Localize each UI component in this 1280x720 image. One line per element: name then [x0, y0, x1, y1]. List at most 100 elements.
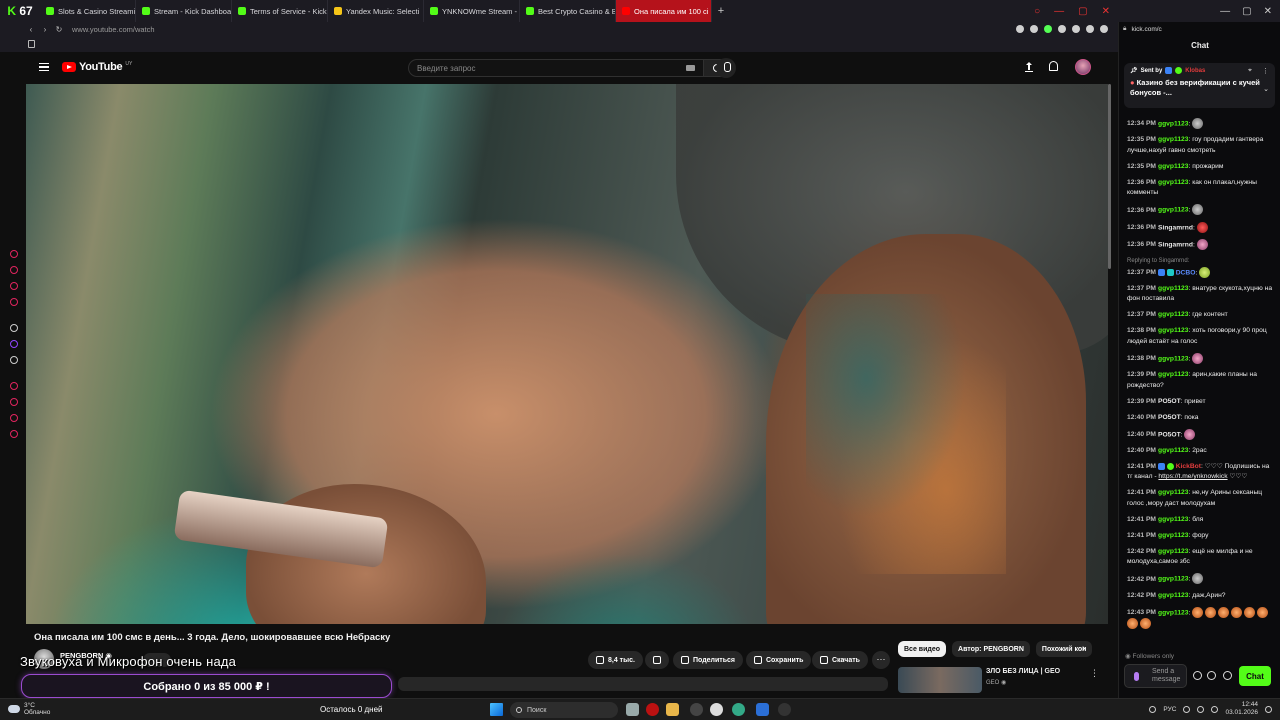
x-icon[interactable]	[10, 356, 18, 364]
app-icon[interactable]	[732, 703, 745, 716]
emote-icon[interactable]	[1217, 606, 1229, 618]
filter-chip[interactable]: Автор: PENGBORN	[952, 641, 1030, 657]
extension-icon[interactable]	[1016, 25, 1024, 33]
emote-icon[interactable]	[1192, 606, 1204, 618]
back-icon[interactable]: ‹	[24, 25, 38, 34]
message-username[interactable]: ggvp1123	[1158, 548, 1188, 555]
minimize-icon[interactable]: —	[1220, 6, 1230, 17]
unpin-icon[interactable]: ⌖	[1248, 67, 1252, 75]
yandex-icon[interactable]	[710, 703, 723, 716]
recommended-title[interactable]: ЗЛО БЕЗ ЛИЦА | GEO	[986, 668, 1060, 675]
keyboard-icon[interactable]	[686, 65, 695, 71]
download-button[interactable]: Скачать	[812, 651, 868, 669]
message-username[interactable]: ggvp1123	[1158, 311, 1188, 318]
message-username[interactable]: ggvp1123	[1158, 532, 1188, 539]
emote-icon[interactable]	[1192, 352, 1204, 364]
emote-icon[interactable]	[1192, 573, 1204, 585]
language-indicator[interactable]: РУС	[1163, 706, 1176, 713]
chat-message[interactable]: 12:36 PM ggvp1123: как он плакал,нужны ко…	[1127, 178, 1275, 199]
chat-message[interactable]: 12:39 PM PO5OT: привет	[1127, 397, 1275, 408]
message-username[interactable]: PO5OT	[1158, 414, 1181, 421]
message-username[interactable]: ggvp1123	[1158, 327, 1188, 334]
like-button[interactable]: 8,4 тыс.	[588, 651, 643, 669]
chat-message[interactable]: 12:40 PM PO5OT:	[1127, 428, 1275, 441]
message-username[interactable]: ggvp1123	[1158, 136, 1188, 143]
browser-tab[interactable]: Terms of Service - Kick St	[232, 0, 328, 22]
record-icon[interactable]: ○	[1034, 6, 1040, 17]
history-icon[interactable]	[10, 398, 18, 406]
more-options-icon[interactable]: ⋮	[1262, 67, 1269, 75]
chat-message[interactable]: 12:41 PM ggvp1123: фору	[1127, 531, 1275, 542]
voice-search-icon[interactable]	[716, 58, 736, 78]
chat-message[interactable]: 12:40 PM PO5OT: пока	[1127, 413, 1275, 424]
message-username[interactable]: KickBot	[1176, 463, 1201, 470]
minimize-icon[interactable]: —	[1054, 6, 1064, 17]
wifi-icon[interactable]	[1183, 705, 1191, 713]
emote-icon[interactable]	[1139, 618, 1151, 630]
twitch-icon[interactable]	[10, 340, 18, 348]
extension-icon[interactable]	[1044, 25, 1052, 33]
link-icon[interactable]	[1207, 671, 1216, 680]
task-view-icon[interactable]	[626, 703, 639, 716]
volume-icon[interactable]	[1197, 705, 1205, 713]
message-username[interactable]: ggvp1123	[1158, 609, 1188, 616]
chat-message[interactable]: 12:36 PM Singamrnd:	[1127, 221, 1275, 234]
close-icon[interactable]: ✕	[1102, 6, 1110, 17]
chat-message[interactable]: 12:42 PM ggvp1123: даж,Арин?	[1127, 591, 1275, 602]
message-username[interactable]: ggvp1123	[1158, 489, 1188, 496]
chat-message[interactable]: 12:35 PM ggvp1123: прожарим	[1127, 162, 1275, 173]
emote-icon[interactable]	[1196, 238, 1208, 250]
sidebar-app-icon[interactable]	[10, 382, 18, 390]
chat-message[interactable]: 12:40 PM ggvp1123: 2рас	[1127, 446, 1275, 457]
emote-icon[interactable]	[1196, 221, 1208, 233]
chat-url[interactable]: kick.com/c	[1131, 26, 1161, 33]
page-scrollbar[interactable]	[1108, 84, 1111, 269]
chat-message[interactable]: 12:39 PM ggvp1123: арин,какие планы на ро…	[1127, 370, 1275, 391]
chat-message[interactable]: 12:41 PM ggvp1123: бля	[1127, 515, 1275, 526]
save-button[interactable]: Сохранить	[746, 651, 812, 669]
emote-icon[interactable]	[1193, 671, 1202, 680]
chat-message[interactable]: 12:34 PM ggvp1123:	[1127, 118, 1275, 130]
chat-message[interactable]: 12:42 PM ggvp1123:	[1127, 573, 1275, 585]
account-avatar[interactable]	[1075, 59, 1091, 75]
extension-icon[interactable]	[1072, 25, 1080, 33]
emote-icon[interactable]	[1192, 118, 1204, 129]
share-button[interactable]: Поделиться	[673, 651, 744, 669]
chat-message[interactable]: 12:42 PM ggvp1123: ещё не милфа и не моло…	[1127, 547, 1275, 568]
search-input[interactable]: Введите запрос	[408, 59, 704, 77]
message-username[interactable]: ggvp1123	[1158, 179, 1188, 186]
emote-icon[interactable]	[1230, 606, 1242, 618]
weather-widget[interactable]: 3°C Облачно	[8, 702, 50, 716]
maximize-icon[interactable]: ▢	[1078, 6, 1087, 17]
sidebar-app-icon[interactable]	[10, 266, 18, 274]
chat-message[interactable]: 12:37 PM ggvp1123: где контент	[1127, 310, 1275, 321]
notifications-icon[interactable]	[1049, 61, 1058, 71]
extension-icon[interactable]	[1030, 25, 1038, 33]
forward-icon[interactable]: ›	[38, 25, 52, 34]
chat-message[interactable]: Replying to Singamrnd: 12:37 PM DCBO:	[1127, 256, 1275, 278]
bookmark-icon[interactable]	[28, 40, 35, 48]
message-username[interactable]: ggvp1123	[1158, 120, 1188, 127]
pinned-message[interactable]: 📌︎ Sent by Klobas ⌖ ⋮ ⌄ ● Казино без вер…	[1124, 63, 1275, 108]
message-username[interactable]: Singamrnd	[1158, 224, 1193, 231]
emote-icon[interactable]	[1256, 606, 1268, 618]
browser-tab[interactable]: Slots & Casino Streaming	[40, 0, 136, 22]
upload-icon[interactable]	[1025, 62, 1033, 72]
sidebar-app-icon[interactable]	[10, 250, 18, 258]
menu-icon[interactable]	[39, 63, 49, 71]
filter-chip[interactable]: Все видео	[898, 641, 947, 657]
description-box[interactable]	[398, 677, 888, 691]
taskbar-search[interactable]: Поиск	[510, 702, 618, 718]
message-username[interactable]: ggvp1123	[1158, 447, 1188, 454]
emote-icon[interactable]	[1243, 606, 1255, 618]
recommended-thumbnail[interactable]	[898, 667, 982, 693]
chat-message[interactable]: 12:38 PM ggvp1123:	[1127, 352, 1275, 365]
message-username[interactable]: PO5OT	[1158, 398, 1181, 405]
message-username[interactable]: ggvp1123	[1158, 516, 1188, 523]
message-username[interactable]: Singamrnd	[1158, 241, 1193, 248]
message-username[interactable]: PO5OT	[1158, 431, 1181, 438]
more-options-icon[interactable]: ⋮	[1090, 668, 1099, 679]
emote-icon[interactable]	[1192, 204, 1204, 216]
chevron-down-icon[interactable]: ⌄	[1263, 85, 1269, 93]
reload-icon[interactable]: ↻	[52, 25, 66, 34]
